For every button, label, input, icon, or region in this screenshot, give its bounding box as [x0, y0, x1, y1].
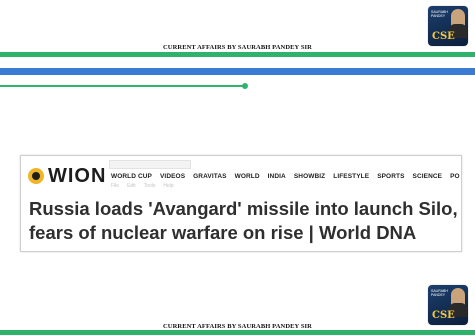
ghost-menu: File Edit Tools Help — [111, 183, 174, 189]
nav-item-world-cup[interactable]: WORLD CUP — [111, 173, 152, 180]
news-screenshot-card: WION WORLD CUP VIDEOS GRAVITAS WORLD IND… — [20, 155, 462, 252]
nav-item-lifestyle[interactable]: LIFESTYLE — [333, 173, 369, 180]
ghost-menu-help: Help — [163, 183, 174, 189]
logo-tagline: SAURABH PANDEY — [431, 289, 448, 297]
accent-line — [0, 85, 245, 87]
nav-item-gravitas[interactable]: GRAVITAS — [193, 173, 226, 180]
nav-item-showbiz[interactable]: SHOWBIZ — [294, 173, 325, 180]
logo-text: CSE — [432, 310, 455, 321]
nav-item-world[interactable]: WORLD — [235, 173, 260, 180]
ghost-menu-file: File — [111, 183, 120, 189]
logo-tagline: SAURABH PANDEY — [431, 10, 448, 18]
nav-item-sports[interactable]: SPORTS — [377, 173, 404, 180]
nav-item-videos[interactable]: VIDEOS — [160, 173, 185, 180]
wion-brand-text: WION — [48, 164, 107, 187]
footer-green-bar — [0, 330, 475, 335]
header-title: CURRENT AFFAIRS BY SAURABH PANDEY SIR — [163, 44, 312, 51]
wion-logo[interactable]: WION — [28, 165, 106, 187]
header-blue-bar — [0, 68, 475, 75]
ghost-menu-tools: Tools — [143, 183, 156, 189]
header-green-bar — [0, 52, 475, 57]
ghost-menu-edit: Edit — [127, 183, 136, 189]
article-headline[interactable]: Russia loads 'Avangard' missile into lau… — [29, 197, 459, 245]
site-navbar: WORLD CUP VIDEOS GRAVITAS WORLD INDIA SH… — [111, 168, 461, 184]
logo-text: CSE — [432, 31, 455, 42]
nav-item-po[interactable]: PO — [450, 173, 460, 180]
footer-title: CURRENT AFFAIRS BY SAURABH PANDEY SIR — [163, 323, 312, 330]
wion-logo-icon — [28, 168, 44, 184]
nav-item-india[interactable]: INDIA — [268, 173, 286, 180]
accent-dot — [242, 83, 248, 89]
nav-item-science[interactable]: SCIENCE — [413, 173, 443, 180]
channel-logo-top: SAURABH PANDEY CSE — [428, 6, 468, 46]
channel-logo-bottom: SAURABH PANDEY CSE — [428, 285, 468, 325]
